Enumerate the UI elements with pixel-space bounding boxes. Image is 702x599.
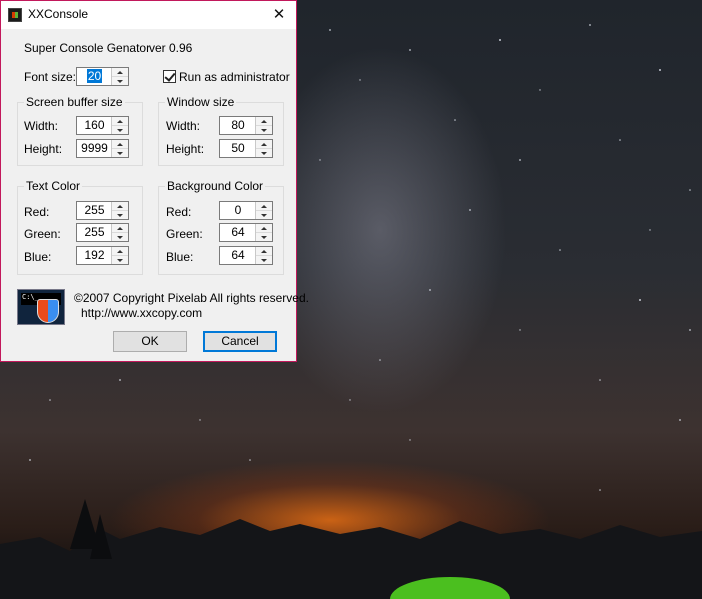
- window-width-value[interactable]: 80: [220, 117, 256, 134]
- bg-green-spinner[interactable]: 64: [219, 223, 273, 242]
- bg-green-down-arrow[interactable]: [256, 233, 272, 241]
- text-green-down-arrow[interactable]: [112, 233, 128, 241]
- buffer-height-up-arrow[interactable]: [112, 140, 128, 149]
- close-button[interactable]: ✕: [262, 1, 296, 29]
- run-as-admin-checkbox[interactable]: [163, 70, 176, 83]
- bg-red-label: Red:: [166, 205, 192, 219]
- bg-blue-value[interactable]: 64: [220, 247, 256, 264]
- buffer-width-value[interactable]: 160: [77, 117, 112, 134]
- text-blue-spinner[interactable]: 192: [76, 246, 129, 265]
- buffer-height-down-arrow[interactable]: [112, 149, 128, 157]
- background-color-title: Background Color: [165, 179, 266, 193]
- text-red-value[interactable]: 255: [77, 202, 112, 219]
- buffer-width-down-arrow[interactable]: [112, 126, 128, 134]
- bg-red-value[interactable]: 0: [220, 202, 256, 219]
- copyright-text: ©2007 Copyright Pixelab All rights reser…: [74, 291, 309, 305]
- app-name-label: Super Console Genator: [24, 41, 151, 55]
- bg-red-spinner[interactable]: 0: [219, 201, 273, 220]
- window-width-spinner[interactable]: 80: [219, 116, 273, 135]
- text-green-label: Green:: [24, 227, 61, 241]
- buffer-height-value[interactable]: 9999: [77, 140, 112, 157]
- window-width-down-arrow[interactable]: [256, 126, 272, 134]
- xxconsole-logo-icon: [17, 289, 65, 325]
- run-as-admin-label[interactable]: Run as administrator: [179, 70, 290, 84]
- font-size-label: Font size:: [24, 70, 77, 84]
- buffer-height-spinner[interactable]: 9999: [76, 139, 129, 158]
- xxconsole-dialog: XXConsole ✕ Super Console Genator ver 0.…: [0, 0, 309, 362]
- bg-green-up-arrow[interactable]: [256, 224, 272, 233]
- text-red-down-arrow[interactable]: [112, 211, 128, 219]
- buffer-width-up-arrow[interactable]: [112, 117, 128, 126]
- text-color-title: Text Color: [24, 179, 83, 193]
- ok-button[interactable]: OK: [113, 331, 187, 352]
- text-red-up-arrow[interactable]: [112, 202, 128, 211]
- window-width-up-arrow[interactable]: [256, 117, 272, 126]
- shield-icon: [37, 299, 59, 323]
- text-red-spinner[interactable]: 255: [76, 201, 129, 220]
- mountain-silhouette: [0, 499, 702, 599]
- text-green-value[interactable]: 255: [77, 224, 112, 241]
- window-size-title: Window size: [165, 95, 237, 109]
- font-size-spinner[interactable]: 20: [76, 67, 129, 86]
- website-link[interactable]: http://www.xxcopy.com: [81, 306, 202, 320]
- window-height-value[interactable]: 50: [220, 140, 256, 157]
- buffer-width-spinner[interactable]: 160: [76, 116, 129, 135]
- window-height-down-arrow[interactable]: [256, 149, 272, 157]
- title-bar[interactable]: XXConsole ✕: [1, 1, 296, 29]
- cancel-button[interactable]: Cancel: [203, 331, 277, 352]
- font-size-up-arrow[interactable]: [112, 68, 128, 77]
- window-height-up-arrow[interactable]: [256, 140, 272, 149]
- bg-blue-down-arrow[interactable]: [256, 256, 272, 264]
- window-height-label: Height:: [166, 142, 205, 156]
- bg-blue-label: Blue:: [166, 250, 194, 264]
- buffer-width-label: Width:: [24, 119, 59, 133]
- text-green-up-arrow[interactable]: [112, 224, 128, 233]
- text-blue-value[interactable]: 192: [77, 247, 112, 264]
- text-green-spinner[interactable]: 255: [76, 223, 129, 242]
- text-blue-label: Blue:: [24, 250, 52, 264]
- bg-blue-up-arrow[interactable]: [256, 247, 272, 256]
- bg-red-down-arrow[interactable]: [256, 211, 272, 219]
- text-red-label: Red:: [24, 205, 50, 219]
- window-height-spinner[interactable]: 50: [219, 139, 273, 158]
- check-mark-icon: [164, 70, 176, 82]
- bg-green-label: Green:: [166, 227, 203, 241]
- buffer-height-label: Height:: [24, 142, 63, 156]
- font-size-down-arrow[interactable]: [112, 77, 128, 85]
- bg-blue-spinner[interactable]: 64: [219, 246, 273, 265]
- window-title: XXConsole: [28, 7, 89, 21]
- version-label: ver 0.96: [149, 41, 193, 55]
- bg-green-value[interactable]: 64: [220, 224, 256, 241]
- font-size-value[interactable]: 20: [86, 69, 103, 83]
- window-width-label: Width:: [166, 119, 201, 133]
- bg-red-up-arrow[interactable]: [256, 202, 272, 211]
- screen-buffer-title: Screen buffer size: [24, 95, 125, 109]
- text-blue-down-arrow[interactable]: [112, 256, 128, 264]
- text-blue-up-arrow[interactable]: [112, 247, 128, 256]
- app-icon: [8, 8, 22, 22]
